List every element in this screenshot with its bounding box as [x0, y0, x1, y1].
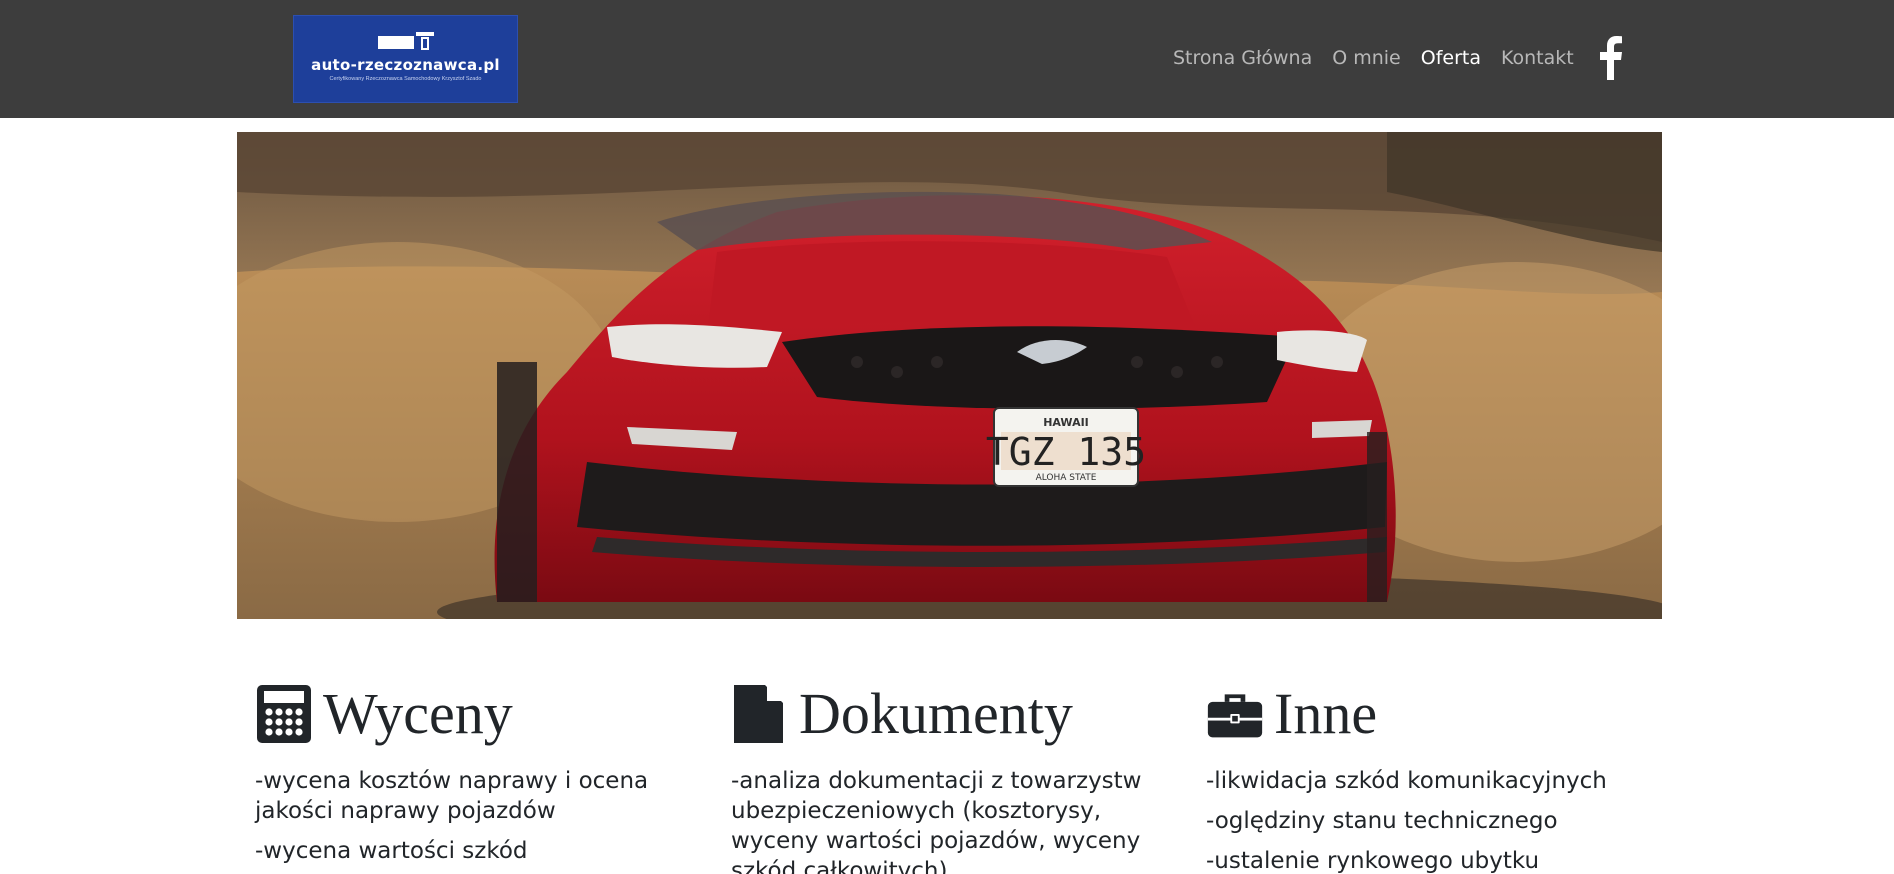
brand-name: auto-rzeczoznawca.pl: [311, 56, 500, 74]
brand-tagline: Certyfikowany Rzeczoznawca Samochodowy K…: [329, 76, 482, 82]
list-item: -oględziny stanu technicznego: [1206, 808, 1558, 834]
brand-logo[interactable]: auto-rzeczoznawca.pl Certyfikowany Rzecz…: [293, 15, 518, 103]
offer-title-documents: Dokumenty: [799, 681, 1073, 746]
logo-mark-icon: [378, 32, 434, 52]
document-icon: [734, 685, 783, 743]
nav-link-offer[interactable]: Oferta: [1421, 47, 1481, 73]
list-item: -wycena kosztów naprawy i ocena jakości …: [255, 768, 649, 824]
plate-number: TGZ 135: [986, 430, 1146, 474]
calculator-icon: [257, 685, 311, 743]
list-item: -ustalenie rynkowego ubytku wartości: [1206, 848, 1540, 874]
nav-link-home[interactable]: Strona Główna: [1173, 47, 1312, 73]
offer-title-other: Inne: [1274, 681, 1378, 746]
offer-column-documents: Dokumenty -analiza dokumentacji z towarz…: [731, 678, 1151, 874]
hero-image: HAWAII TGZ 135 ALOHA STATE: [237, 132, 1662, 619]
nav-link-about[interactable]: O mnie: [1332, 47, 1401, 73]
list-item: -likwidacja szkód komunikacyjnych: [1206, 768, 1607, 794]
offer-title-valuations: Wyceny: [323, 681, 513, 746]
main-nav: Strona Główna O mnie Oferta Kontakt: [1173, 47, 1574, 73]
briefcase-icon: [1207, 694, 1263, 738]
offer-column-valuations: Wyceny -wycena kosztów naprawy i ocena j…: [255, 678, 675, 874]
list-item: -wycena wartości szkód: [255, 838, 528, 864]
list-item: -analiza dokumentacji z towarzystw ubezp…: [731, 768, 1142, 874]
offer-column-other: Inne -likwidacja szkód komunikacyjnych -…: [1206, 678, 1626, 874]
plate-footer: ALOHA STATE: [1036, 473, 1097, 483]
plate-state: HAWAII: [1043, 416, 1089, 429]
nav-link-contact[interactable]: Kontakt: [1501, 47, 1574, 73]
facebook-icon[interactable]: [1598, 36, 1622, 80]
navbar: auto-rzeczoznawca.pl Certyfikowany Rzecz…: [0, 0, 1894, 118]
